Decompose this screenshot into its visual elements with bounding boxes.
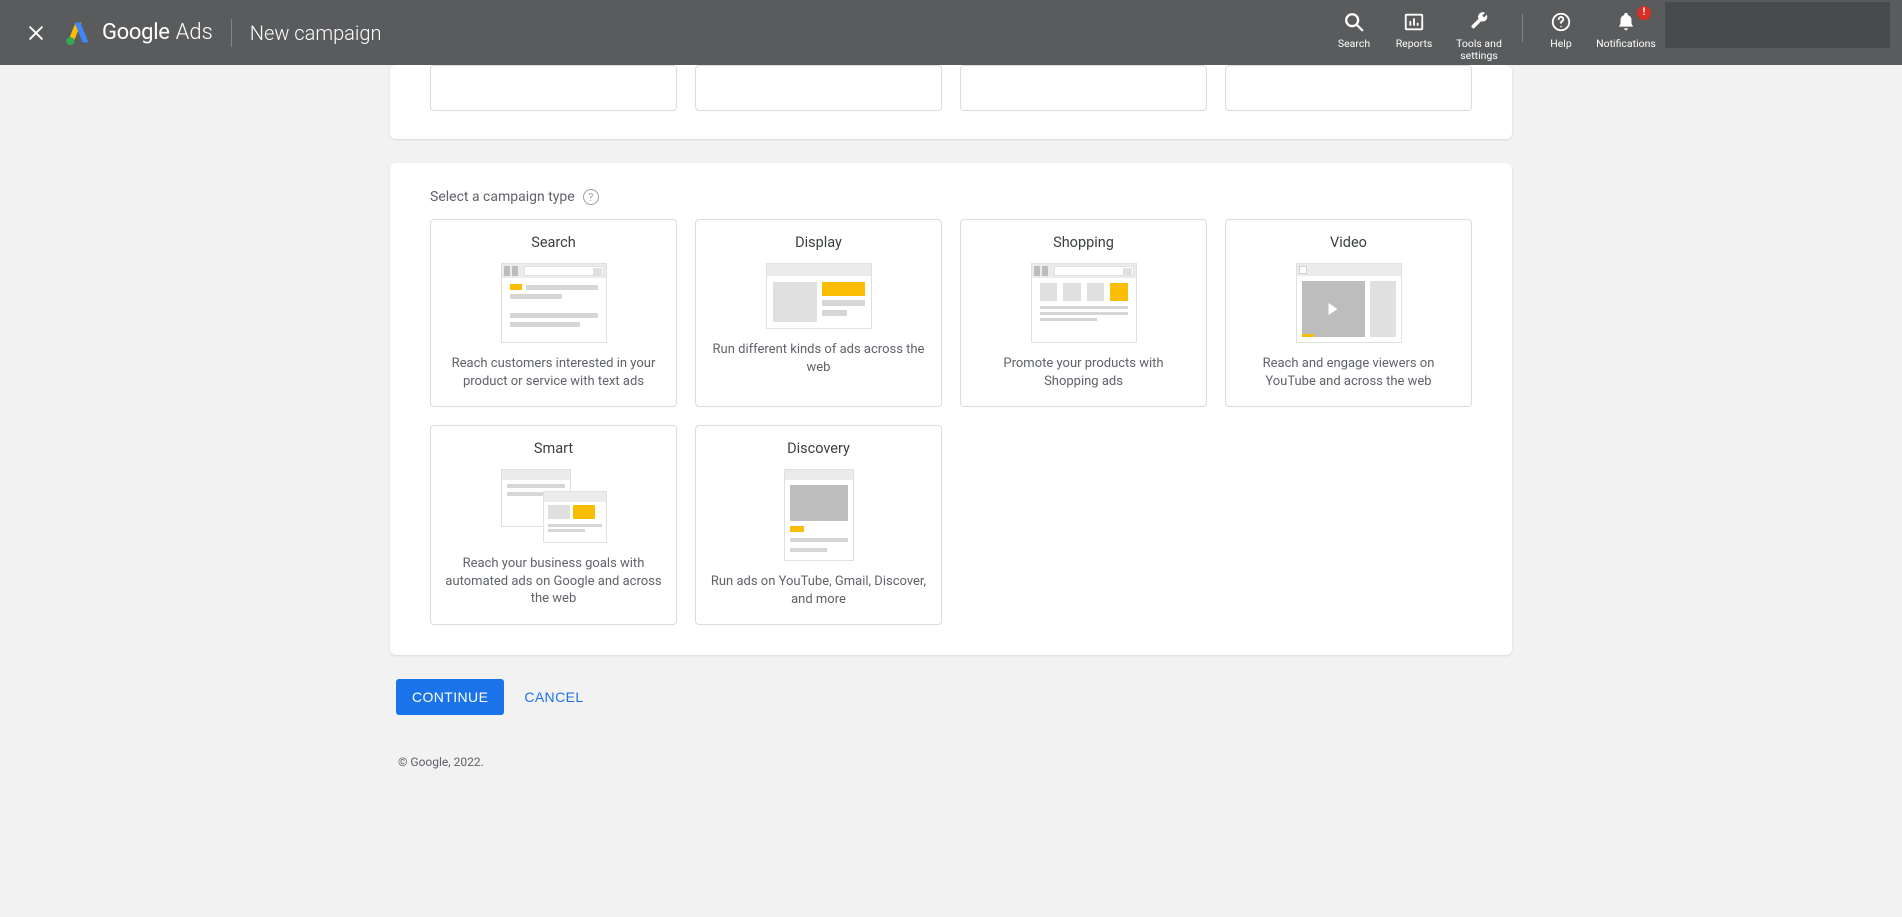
notification-badge: ! xyxy=(1637,6,1651,20)
reports-icon xyxy=(1402,10,1426,34)
account-picker[interactable] xyxy=(1665,2,1890,48)
card-desc: Reach customers interested in your produ… xyxy=(445,355,662,390)
card-title: Search xyxy=(531,234,576,251)
section-title: Select a campaign type xyxy=(430,189,575,205)
header-separator xyxy=(1522,14,1523,42)
footer-copyright: © Google, 2022. xyxy=(390,715,1512,769)
card-desc: Reach your business goals with automated… xyxy=(445,555,662,608)
campaign-card-shopping[interactable]: Shopping Promote your products with Shop… xyxy=(960,219,1207,407)
reports-tool[interactable]: Reports xyxy=(1384,8,1444,52)
notifications-tool[interactable]: ! Notifications xyxy=(1591,8,1661,52)
card-title: Display xyxy=(795,234,842,251)
video-illustration xyxy=(1296,263,1402,343)
campaign-type-panel: Select a campaign type ? Search xyxy=(390,163,1512,655)
logo-text-ads: Ads xyxy=(176,20,213,45)
card-desc: Run ads on YouTube, Gmail, Discover, and… xyxy=(710,573,927,608)
card-desc: Promote your products with Shopping ads xyxy=(975,355,1192,390)
bell-icon xyxy=(1614,10,1638,34)
campaign-card-smart[interactable]: Smart Reach your business goals with aut… xyxy=(430,425,677,625)
goal-card-placeholder[interactable] xyxy=(960,65,1207,111)
smart-illustration xyxy=(501,469,607,543)
search-icon xyxy=(1342,10,1366,34)
cancel-button[interactable]: CANCEL xyxy=(524,689,583,705)
goal-card-placeholder[interactable] xyxy=(695,65,942,111)
header-right: Search Reports Tools and settings Help xyxy=(1324,2,1890,64)
card-desc: Run different kinds of ads across the we… xyxy=(710,341,927,376)
campaign-card-display[interactable]: Display Run different kinds of ad xyxy=(695,219,942,407)
wrench-icon xyxy=(1467,10,1491,34)
help-icon xyxy=(1549,10,1573,34)
discovery-illustration xyxy=(784,469,854,561)
reports-label: Reports xyxy=(1396,38,1433,50)
search-illustration xyxy=(501,263,607,343)
close-button[interactable] xyxy=(12,9,60,57)
card-title: Discovery xyxy=(787,440,850,457)
help-tool[interactable]: Help xyxy=(1531,8,1591,52)
header-divider xyxy=(231,19,232,47)
shopping-illustration xyxy=(1031,263,1137,343)
section-title-row: Select a campaign type ? xyxy=(430,189,1472,205)
tools-label: Tools and settings xyxy=(1448,38,1510,62)
logo-text-google: Google xyxy=(102,20,170,45)
page-title: New campaign xyxy=(250,21,382,45)
close-icon xyxy=(26,23,46,43)
tools-settings[interactable]: Tools and settings xyxy=(1444,8,1514,64)
card-title: Shopping xyxy=(1053,234,1114,251)
help-tooltip-icon[interactable]: ? xyxy=(583,189,599,205)
action-row: CONTINUE CANCEL xyxy=(396,679,1512,715)
campaign-type-grid: Search Reach customers interested in you… xyxy=(430,219,1472,625)
goal-card-placeholder[interactable] xyxy=(1225,65,1472,111)
previous-panel xyxy=(390,65,1512,139)
card-title: Smart xyxy=(534,440,573,457)
notifications-label: Notifications xyxy=(1596,38,1656,50)
goal-card-placeholder[interactable] xyxy=(430,65,677,111)
continue-button[interactable]: CONTINUE xyxy=(396,679,504,715)
campaign-card-video[interactable]: Video Reach and engage viewers on YouTub… xyxy=(1225,219,1472,407)
logo[interactable]: Google Ads xyxy=(64,19,213,47)
card-desc: Reach and engage viewers on YouTube and … xyxy=(1240,355,1457,390)
search-tool[interactable]: Search xyxy=(1324,8,1384,52)
card-title: Video xyxy=(1330,234,1367,251)
google-ads-logo-icon xyxy=(64,19,92,47)
page: Select a campaign type ? Search xyxy=(0,0,1902,793)
header-left: Google Ads New campaign xyxy=(12,0,381,65)
logo-text: Google Ads xyxy=(102,20,213,45)
campaign-card-search[interactable]: Search Reach customers interested in you… xyxy=(430,219,677,407)
campaign-card-discovery[interactable]: Discovery Run ads on YouTube, Gmail, Dis… xyxy=(695,425,942,625)
content-container: Select a campaign type ? Search xyxy=(390,65,1512,793)
display-illustration xyxy=(766,263,872,329)
help-label: Help xyxy=(1550,38,1572,50)
search-label: Search xyxy=(1338,38,1370,50)
app-header: Google Ads New campaign Search Reports T… xyxy=(0,0,1902,65)
